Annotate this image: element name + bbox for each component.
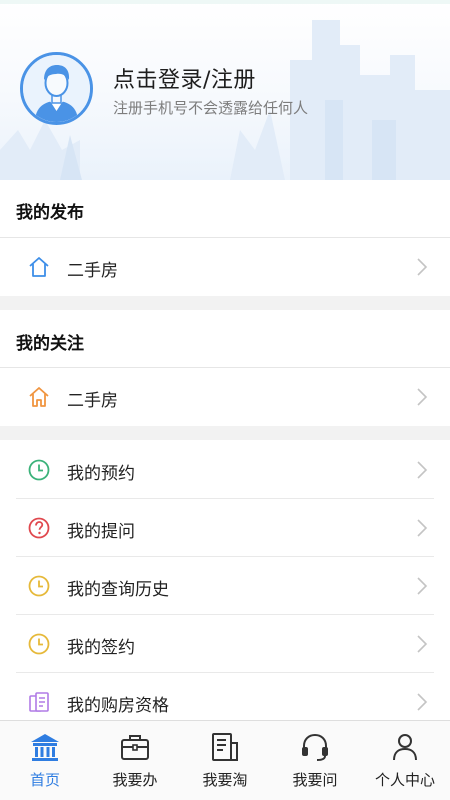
- chevron-right-icon: [417, 388, 428, 406]
- section-title-published: 我的发布: [16, 203, 84, 223]
- section-title-following: 我的关注: [16, 334, 84, 354]
- clock-icon: [28, 575, 50, 597]
- row-label: 我的查询历史: [67, 580, 169, 600]
- my-questions[interactable]: 我的提问: [0, 499, 450, 557]
- chevron-right-icon: [417, 635, 428, 653]
- tab-profile[interactable]: 个人中心: [360, 721, 450, 800]
- document-list-icon: [212, 733, 238, 761]
- row-label: 我的提问: [67, 522, 135, 542]
- clock-icon: [28, 459, 50, 481]
- chevron-right-icon: [417, 693, 428, 711]
- chevron-right-icon: [417, 461, 428, 479]
- tab-label: 首页: [29, 771, 60, 789]
- profile-header: 点击登录/注册 注册手机号不会透露给任何人: [0, 0, 450, 180]
- row-label: 二手房: [67, 391, 118, 411]
- tab-ask[interactable]: 我要问: [270, 721, 360, 800]
- tab-label: 我要淘: [202, 771, 248, 789]
- privacy-notice: 注册手机号不会透露给任何人: [113, 99, 309, 117]
- login-register-link[interactable]: 点击登录/注册: [113, 62, 256, 94]
- published-second-hand-house[interactable]: 二手房: [0, 238, 450, 296]
- briefcase-icon: [121, 735, 149, 760]
- tab-handle[interactable]: 我要办: [90, 721, 180, 800]
- my-appointments[interactable]: 我的预约: [0, 441, 450, 499]
- row-label: 我的购房资格: [67, 696, 169, 716]
- clock-icon: [28, 633, 50, 655]
- row-label: 我的预约: [67, 464, 135, 484]
- tab-label: 我要办: [112, 771, 158, 789]
- user-avatar[interactable]: [20, 52, 93, 125]
- my-query-history[interactable]: 我的查询历史: [0, 557, 450, 615]
- chevron-right-icon: [417, 519, 428, 537]
- tab-browse[interactable]: 我要淘: [180, 721, 270, 800]
- headset-icon: [302, 733, 328, 761]
- following-second-hand-house[interactable]: 二手房: [0, 368, 450, 426]
- house-outline-icon: [29, 387, 49, 407]
- chevron-right-icon: [417, 258, 428, 276]
- question-icon: [28, 517, 50, 539]
- row-label: 二手房: [67, 261, 118, 281]
- person-avatar-icon: [23, 55, 90, 122]
- tab-label: 我要问: [292, 771, 338, 789]
- chevron-right-icon: [417, 577, 428, 595]
- my-contracts[interactable]: 我的签约: [0, 615, 450, 673]
- section-gap: [0, 426, 450, 440]
- document-icon: [29, 692, 49, 712]
- user-icon: [393, 734, 417, 761]
- house-outline-icon: [29, 257, 49, 277]
- section-gap: [0, 296, 450, 310]
- bank-icon: [31, 734, 59, 761]
- row-label: 我的签约: [67, 638, 135, 658]
- tab-label: 个人中心: [374, 771, 435, 789]
- tab-home[interactable]: 首页: [0, 721, 90, 800]
- bottom-tab-bar: 首页 我要办 我要淘 我要问 个人中心: [0, 720, 450, 800]
